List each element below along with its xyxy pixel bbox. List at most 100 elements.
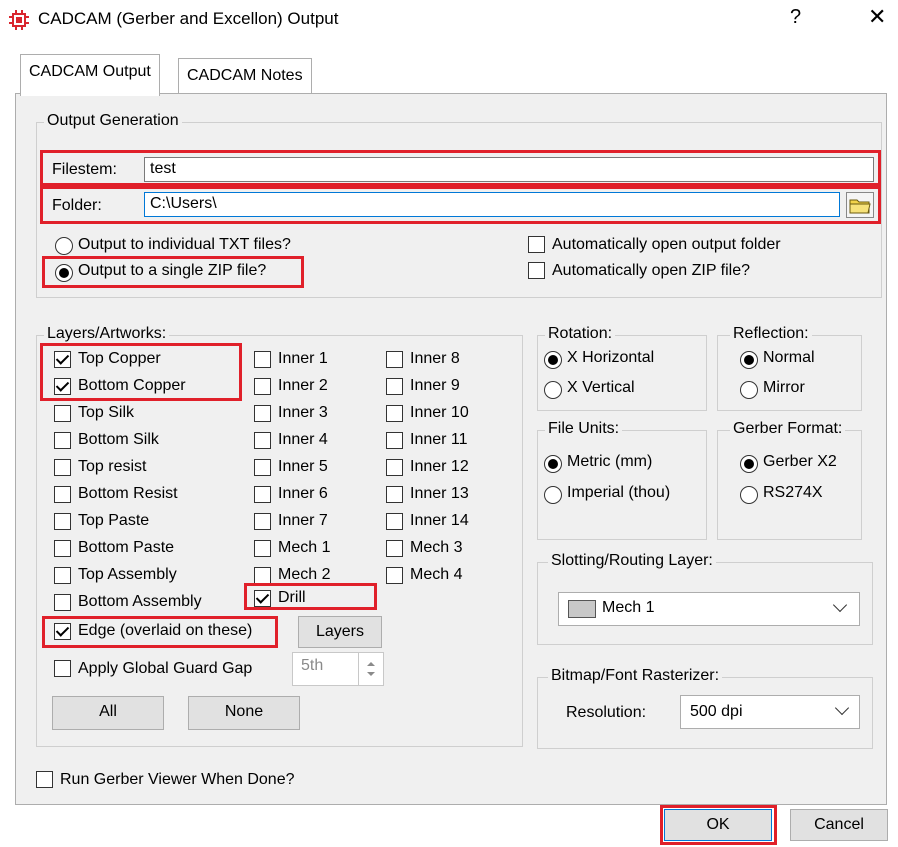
- rotation-group: [537, 335, 707, 411]
- file-units-group-label: File Units:: [545, 420, 623, 438]
- checkbox-inner-4[interactable]: [254, 432, 271, 449]
- guard-gap-value: 5th: [301, 657, 324, 674]
- label-mech-4: Mech 4: [410, 566, 463, 583]
- checkbox-inner-3[interactable]: [254, 405, 271, 422]
- radio-mirror[interactable]: [740, 381, 758, 399]
- auto-open-zip-label: Automatically open ZIP file?: [552, 262, 751, 279]
- tab-cadcam-notes[interactable]: CADCAM Notes: [178, 58, 312, 94]
- checkbox-run-gerber-viewer[interactable]: [36, 771, 53, 788]
- radio-gerber-x2[interactable]: [740, 455, 758, 473]
- label-guard-gap: Apply Global Guard Gap: [78, 660, 253, 677]
- label-inner-10: Inner 10: [410, 404, 469, 421]
- label-bottom-assembly: Bottom Assembly: [78, 593, 202, 610]
- gerber-format-group-label: Gerber Format:: [730, 420, 846, 438]
- label-inner-4: Inner 4: [278, 431, 328, 448]
- checkbox-inner-14[interactable]: [386, 513, 403, 530]
- label-bottom-paste: Bottom Paste: [78, 539, 175, 556]
- bitmap-group-label: Bitmap/Font Rasterizer:: [548, 667, 723, 685]
- checkbox-inner-10[interactable]: [386, 405, 403, 422]
- resolution-value: 500 dpi: [690, 703, 743, 720]
- label-metric: Metric (mm): [567, 453, 653, 470]
- label-inner-3: Inner 3: [278, 404, 328, 421]
- checkbox-inner-2[interactable]: [254, 378, 271, 395]
- label-inner-13: Inner 13: [410, 485, 469, 502]
- label-inner-14: Inner 14: [410, 512, 469, 529]
- app-chip-icon: [8, 9, 30, 31]
- edge-highlight: [42, 616, 278, 648]
- checkbox-inner-13[interactable]: [386, 486, 403, 503]
- radio-imperial[interactable]: [544, 486, 562, 504]
- label-top-paste: Top Paste: [78, 512, 150, 529]
- resolution-label: Resolution:: [566, 704, 647, 721]
- auto-open-zip-checkbox[interactable]: [528, 262, 545, 279]
- label-inner-7: Inner 7: [278, 512, 328, 529]
- reflection-group: [717, 335, 862, 411]
- cancel-button[interactable]: Cancel: [790, 809, 888, 841]
- label-inner-9: Inner 9: [410, 377, 460, 394]
- label-bottom-silk: Bottom Silk: [78, 431, 159, 448]
- checkbox-top-assembly[interactable]: [54, 567, 71, 584]
- checkbox-top-resist[interactable]: [54, 459, 71, 476]
- label-inner-1: Inner 1: [278, 350, 328, 367]
- auto-open-folder-checkbox[interactable]: [528, 236, 545, 253]
- radio-x-horizontal[interactable]: [544, 351, 562, 369]
- checkbox-bottom-paste[interactable]: [54, 540, 71, 557]
- label-inner-11: Inner 11: [410, 431, 468, 448]
- slotting-layer-value: Mech 1: [602, 599, 655, 616]
- title-bar: CADCAM (Gerber and Excellon) Output ? ✕: [0, 0, 898, 40]
- rotation-group-label: Rotation:: [545, 325, 616, 343]
- checkbox-bottom-resist[interactable]: [54, 486, 71, 503]
- copper-highlight: [40, 343, 242, 401]
- label-top-assembly: Top Assembly: [78, 566, 177, 583]
- label-run-gerber-viewer: Run Gerber Viewer When Done?: [60, 771, 295, 788]
- none-button[interactable]: None: [188, 696, 300, 730]
- label-x-horizontal: X Horizontal: [567, 349, 655, 366]
- checkbox-inner-11[interactable]: [386, 432, 403, 449]
- tab-cadcam-output[interactable]: CADCAM Output: [20, 54, 160, 96]
- output-generation-label: Output Generation: [44, 112, 182, 130]
- checkbox-top-silk[interactable]: [54, 405, 71, 422]
- single-zip-highlight: [42, 256, 304, 288]
- drill-highlight: [244, 583, 377, 610]
- label-imperial: Imperial (thou): [567, 484, 671, 501]
- close-icon[interactable]: ✕: [868, 4, 886, 30]
- radio-normal[interactable]: [740, 351, 758, 369]
- label-inner-12: Inner 12: [410, 458, 469, 475]
- checkbox-top-paste[interactable]: [54, 513, 71, 530]
- all-button[interactable]: All: [52, 696, 164, 730]
- label-x-vertical: X Vertical: [567, 379, 635, 396]
- radio-rs274x[interactable]: [740, 486, 758, 504]
- checkbox-inner-5[interactable]: [254, 459, 271, 476]
- help-button[interactable]: ?: [790, 6, 801, 29]
- radio-individual-txt[interactable]: [55, 237, 73, 255]
- checkbox-inner-12[interactable]: [386, 459, 403, 476]
- checkbox-mech-4[interactable]: [386, 567, 403, 584]
- checkbox-inner-1[interactable]: [254, 351, 271, 368]
- label-rs274x: RS274X: [763, 484, 823, 501]
- label-top-silk: Top Silk: [78, 404, 135, 421]
- spinner-arrows-icon[interactable]: [358, 653, 383, 685]
- checkbox-mech-3[interactable]: [386, 540, 403, 557]
- checkbox-bottom-silk[interactable]: [54, 432, 71, 449]
- checkbox-mech-2[interactable]: [254, 567, 271, 584]
- checkbox-inner-8[interactable]: [386, 351, 403, 368]
- radio-x-vertical[interactable]: [544, 381, 562, 399]
- filestem-highlight: [40, 150, 881, 186]
- checkbox-mech-1[interactable]: [254, 540, 271, 557]
- window-title: CADCAM (Gerber and Excellon) Output: [38, 9, 339, 28]
- checkbox-inner-7[interactable]: [254, 513, 271, 530]
- auto-open-folder-label: Automatically open output folder: [552, 236, 781, 253]
- checkbox-inner-6[interactable]: [254, 486, 271, 503]
- label-inner-6: Inner 6: [278, 485, 328, 502]
- slotting-group-label: Slotting/Routing Layer:: [548, 552, 716, 570]
- layers-group-label: Layers/Artworks:: [44, 325, 170, 343]
- checkbox-guard-gap[interactable]: [54, 660, 71, 677]
- layer-color-swatch: [568, 600, 596, 618]
- radio-metric[interactable]: [544, 455, 562, 473]
- checkbox-inner-9[interactable]: [386, 378, 403, 395]
- checkbox-bottom-assembly[interactable]: [54, 594, 71, 611]
- label-gerber-x2: Gerber X2: [763, 453, 837, 470]
- ok-highlight: [660, 805, 777, 845]
- folder-highlight: [40, 186, 881, 224]
- layers-button[interactable]: Layers: [298, 616, 382, 648]
